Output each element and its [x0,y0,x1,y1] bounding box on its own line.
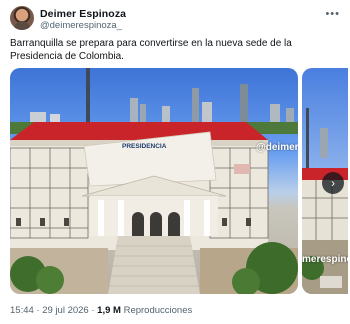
building-photo: PRESIDENCIA [10,68,298,294]
meta-separator-2: · [91,305,95,316]
tweet-header: Deimer Espinoza @deimerespinoza_ ••• [10,4,340,31]
meta-separator: · [36,305,40,316]
media-watermark: @deimer [256,142,298,153]
author-handle[interactable]: @deimerespinoza_ [40,20,122,31]
chevron-right-icon[interactable]: › [322,172,344,194]
tweet-time[interactable]: 15:44 [10,305,34,316]
presidencia-sign: PRESIDENCIA [122,143,167,150]
avatar[interactable] [10,6,34,30]
tweet-date[interactable]: 29 jul 2026 [42,305,88,316]
more-horizontal-icon[interactable]: ••• [325,8,340,20]
author-name[interactable]: Deimer Espinoza [40,8,126,20]
views-label: Reproducciones [123,305,193,316]
tweet-image[interactable]: PRESIDENCIA @deimer [10,68,298,294]
tweet-text: Barranquilla se prepara para convertirse… [10,38,292,62]
tweet-meta: 15:44 · 29 jul 2026 · 1,9 M Reproduccion… [10,305,192,316]
views-count: 1,9 M [97,305,121,316]
media-watermark-2: merespinoz [302,254,348,265]
